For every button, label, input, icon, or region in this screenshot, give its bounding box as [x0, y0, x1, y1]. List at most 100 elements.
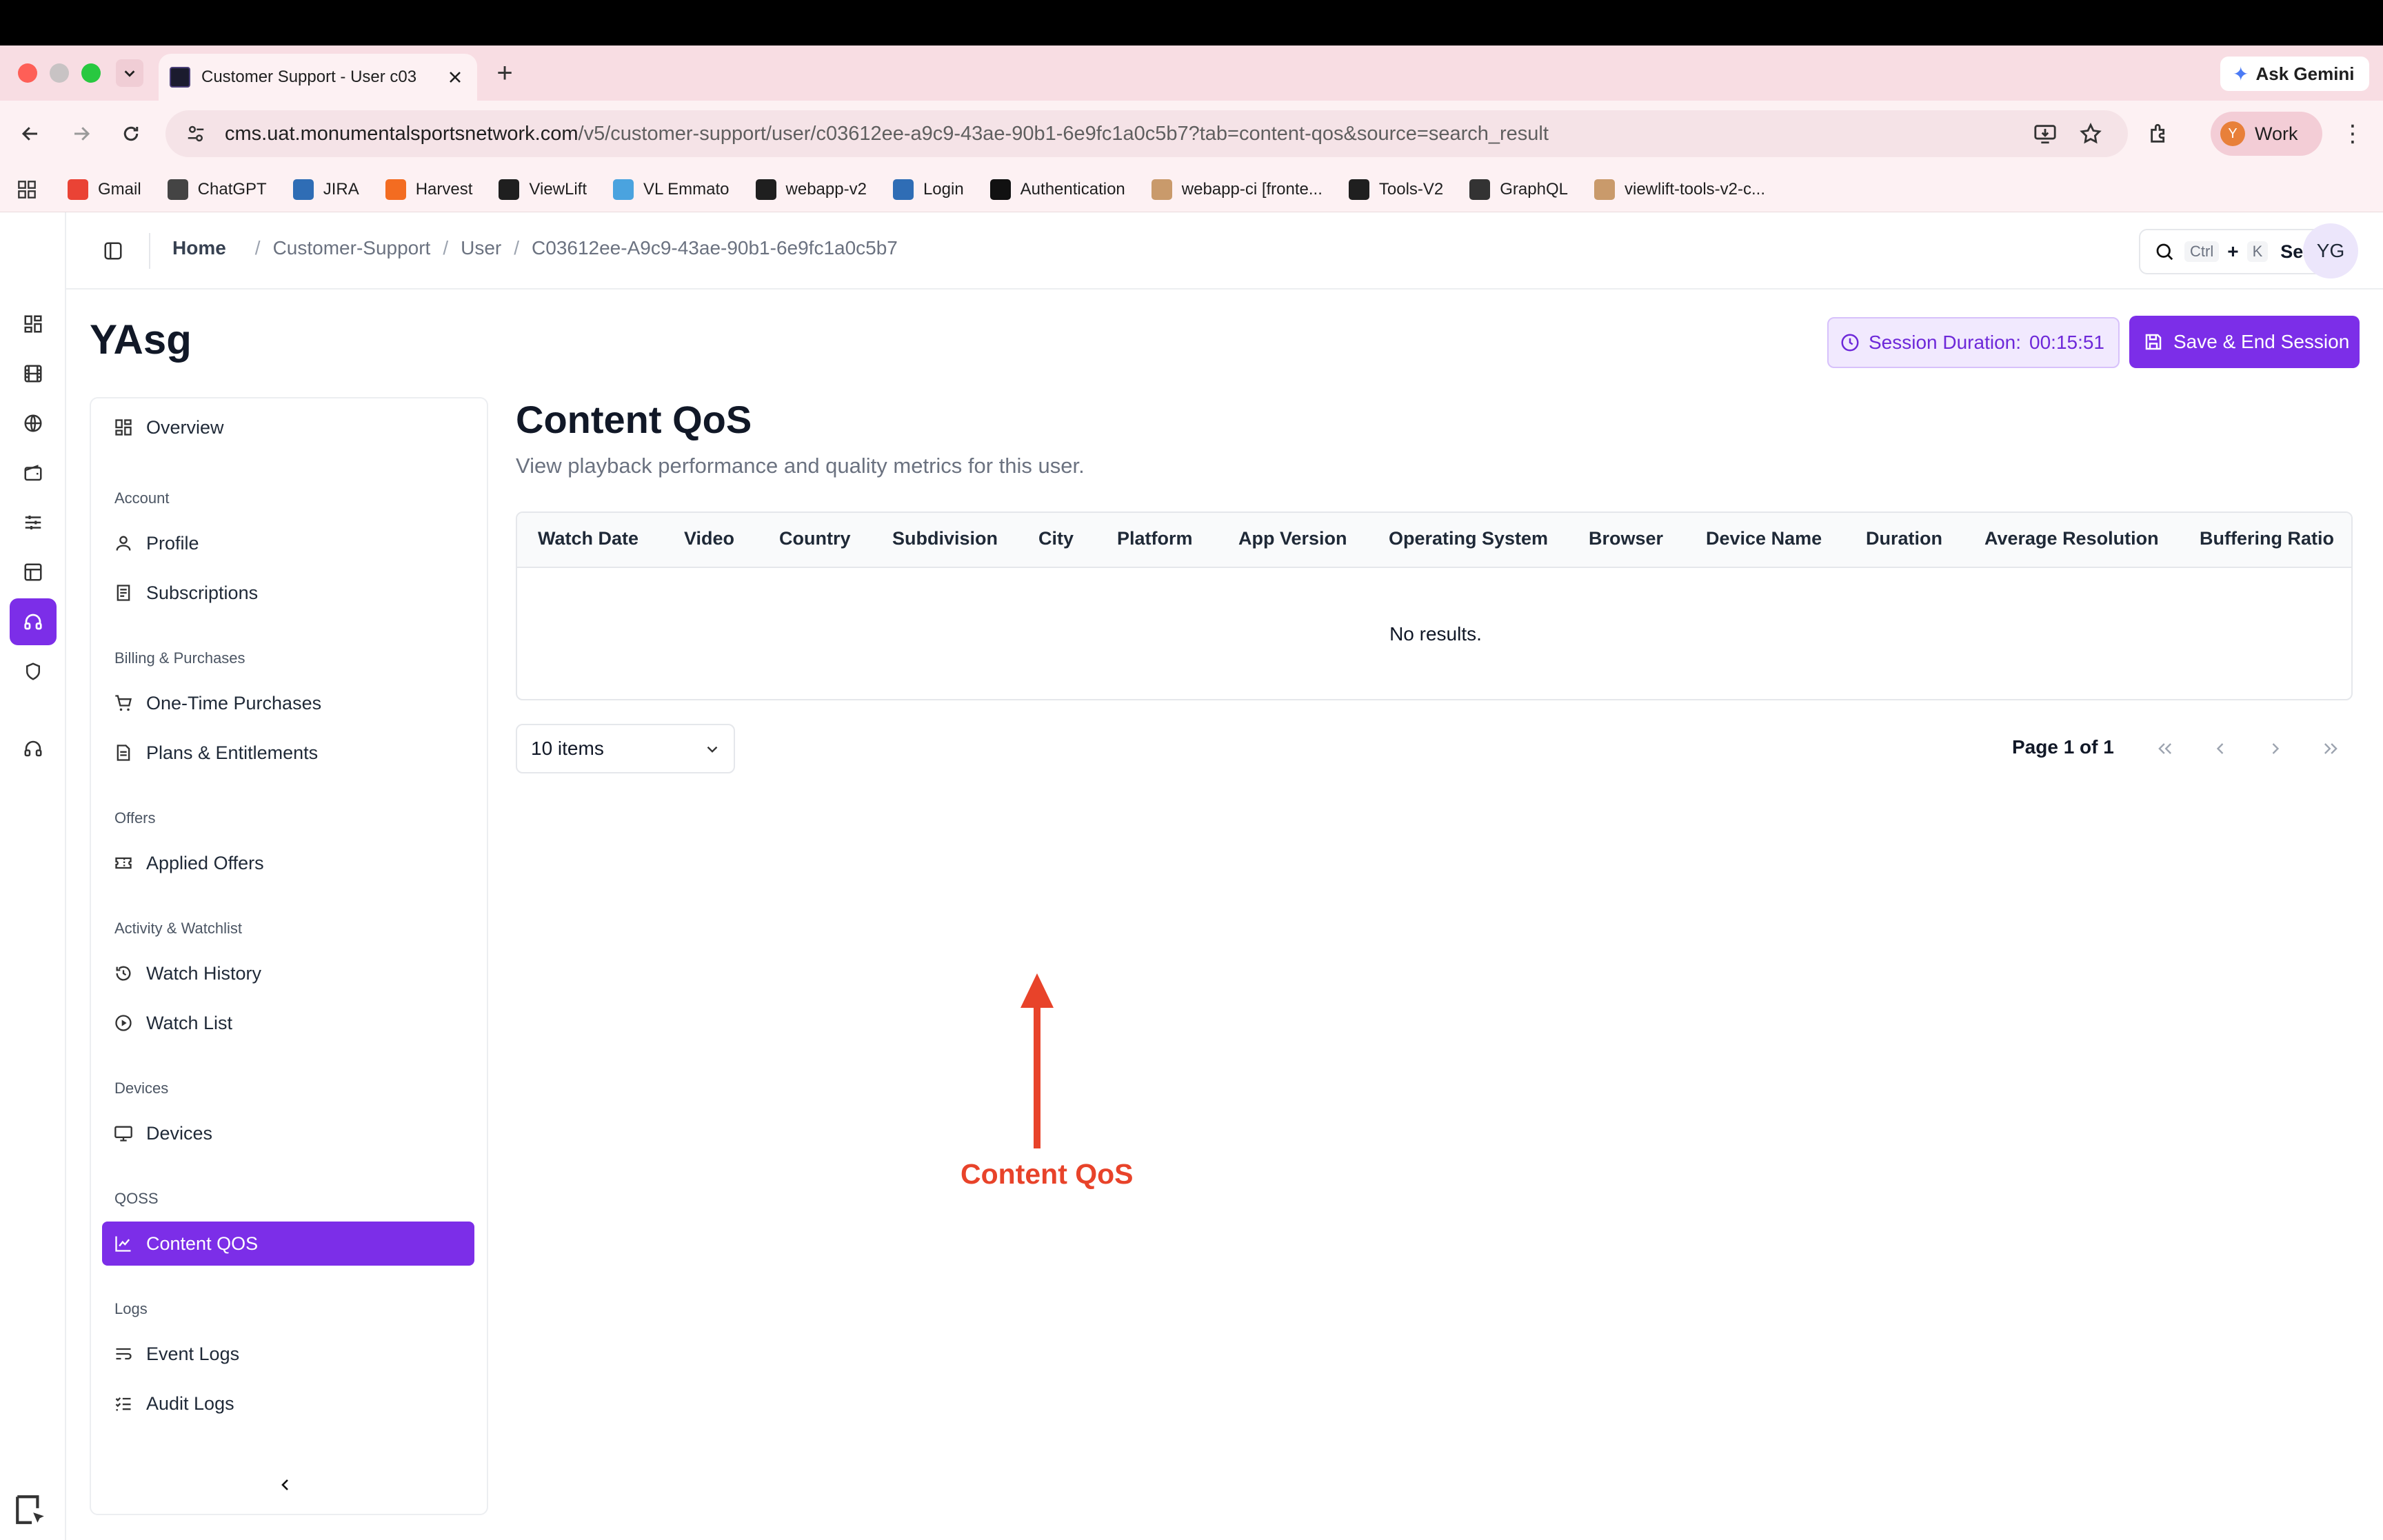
nav-item-devices[interactable]: Devices	[102, 1111, 474, 1155]
page-size-select[interactable]: 10 items	[516, 724, 735, 773]
new-tab-button[interactable]: +	[491, 58, 519, 88]
bookmark-star-icon[interactable]	[2075, 119, 2106, 149]
bookmark-item[interactable]: ViewLift	[499, 179, 587, 200]
bookmark-item[interactable]: webapp-v2	[755, 179, 867, 200]
rail-headphones-icon[interactable]	[10, 598, 57, 645]
rail-screenshot-tool-icon[interactable]	[10, 1489, 51, 1530]
address-bar[interactable]: cms.uat.monumentalsportsnetwork.com/v5/c…	[165, 110, 2128, 157]
nav-group-account: Account	[114, 489, 170, 507]
nav-item-label: Overview	[146, 416, 224, 438]
tab-title: Customer Support - User c03	[201, 68, 417, 86]
nav-item-watch-history[interactable]: Watch History	[102, 951, 474, 995]
site-info-icon[interactable]	[183, 121, 208, 146]
user-name-title: YAsg	[90, 316, 192, 363]
nav-item-content-qos[interactable]: Content QOS	[102, 1222, 474, 1266]
column-header[interactable]: Video	[684, 528, 734, 549]
save-end-session-button[interactable]: Save & End Session	[2129, 316, 2360, 368]
ask-gemini-button[interactable]: ✦ Ask Gemini	[2220, 57, 2369, 91]
profile-button[interactable]: Y Work	[2211, 112, 2322, 156]
column-header[interactable]: Watch Date	[538, 528, 639, 549]
reload-icon	[123, 126, 139, 141]
bookmark-item[interactable]: viewlift-tools-v2-c...	[1593, 179, 1766, 200]
install-app-icon[interactable]	[2030, 119, 2060, 149]
sidebar-toggle-icon[interactable]	[98, 236, 128, 266]
window-minimize-button[interactable]	[50, 63, 69, 83]
browser-tab-active[interactable]: Customer Support - User c03	[159, 54, 477, 101]
column-header[interactable]: Subdivision	[892, 528, 998, 549]
previous-page-button[interactable]	[2202, 731, 2238, 767]
window-close-button[interactable]	[18, 63, 37, 83]
bookmark-item[interactable]: VL Emmato	[613, 179, 730, 200]
last-page-button[interactable]	[2313, 731, 2349, 767]
github-icon	[499, 179, 520, 200]
column-header[interactable]: Browser	[1589, 528, 1663, 549]
bookmark-item[interactable]: GraphQL	[1469, 179, 1568, 200]
bookmark-label: Tools-V2	[1378, 179, 1444, 199]
nav-item-subscriptions[interactable]: Subscriptions	[102, 571, 474, 615]
nav-item-event-logs[interactable]: Event Logs	[102, 1332, 474, 1376]
forward-button[interactable]	[65, 117, 98, 150]
nav-item-overview[interactable]: Overview	[102, 405, 474, 449]
nav-item-applied-offers[interactable]: Applied Offers	[102, 841, 474, 885]
browser-menu-icon[interactable]: ⋮	[2339, 117, 2366, 150]
rail-dashboard-icon[interactable]	[10, 301, 57, 347]
collapse-nav-button[interactable]	[272, 1471, 299, 1499]
bookmark-item[interactable]: Gmail	[68, 179, 141, 200]
bookmark-item[interactable]: Harvest	[385, 179, 472, 200]
nav-item-plans-entitlements[interactable]: Plans & Entitlements	[102, 731, 474, 775]
column-header[interactable]: Duration	[1866, 528, 1942, 549]
play-circle-icon	[113, 1013, 134, 1033]
browser-toolbar: cms.uat.monumentalsportsnetwork.com/v5/c…	[0, 101, 2383, 167]
breadcrumb-user-id: C03612ee-A9c9-43ae-90b1-6e9fc1a0c5b7	[532, 237, 898, 259]
column-header[interactable]: Platform	[1117, 528, 1193, 549]
bookmark-item[interactable]: Login	[892, 179, 964, 200]
bookmark-item[interactable]: Authentication	[989, 179, 1125, 200]
bookmark-item[interactable]: Tools-V2	[1348, 179, 1444, 200]
column-header[interactable]: Operating System	[1389, 528, 1548, 549]
column-header[interactable]: City	[1038, 528, 1074, 549]
window-maximize-button[interactable]	[81, 63, 101, 83]
rail-globe-icon[interactable]	[10, 400, 57, 447]
tab-search-button[interactable]	[116, 59, 143, 87]
rail-layout-icon[interactable]	[10, 549, 57, 596]
back-button[interactable]	[14, 117, 47, 150]
breadcrumb-customer-support[interactable]: Customer-Support	[273, 237, 431, 259]
nav-item-one-time-purchases[interactable]: One-Time Purchases	[102, 681, 474, 725]
rail-wallet-icon[interactable]	[10, 449, 57, 496]
column-header[interactable]: Country	[779, 528, 851, 549]
breadcrumb-user[interactable]: User	[461, 237, 501, 259]
first-page-button[interactable]	[2147, 731, 2183, 767]
search-icon	[2156, 243, 2173, 261]
bookmarks-bar: Gmail ChatGPT JIRA Harvest ViewLift VL Emmato…	[0, 167, 2383, 212]
nav-item-audit-logs[interactable]: Audit Logs	[102, 1381, 474, 1426]
rail-support-icon[interactable]	[10, 725, 57, 772]
column-header[interactable]: App Version	[1238, 528, 1347, 549]
bookmark-label: ChatGPT	[197, 179, 267, 199]
rail-sliders-icon[interactable]	[10, 499, 57, 546]
extensions-icon[interactable]	[2144, 119, 2175, 149]
bookmark-item[interactable]: webapp-ci [fronte...	[1151, 179, 1323, 200]
column-header[interactable]: Buffering Ratio	[2200, 528, 2334, 549]
chevrons-right-icon	[2324, 743, 2337, 754]
column-header[interactable]: Average Resolution	[1984, 528, 2159, 549]
column-header[interactable]: Device Name	[1706, 528, 1822, 549]
apps-grid-icon[interactable]	[15, 178, 39, 201]
qos-table: Watch Date Video Country Subdivision Cit…	[516, 511, 2353, 700]
tab-favicon-icon	[170, 67, 190, 88]
bookmark-label: viewlift-tools-v2-c...	[1624, 179, 1766, 199]
kbd-ctrl: Ctrl	[2184, 241, 2220, 262]
nav-item-profile[interactable]: Profile	[102, 521, 474, 565]
rail-shield-icon[interactable]	[10, 648, 57, 695]
app-logo[interactable]	[8, 225, 58, 274]
rail-film-icon[interactable]	[10, 350, 57, 397]
ticket-icon	[113, 853, 134, 873]
bookmark-item[interactable]: JIRA	[292, 179, 359, 200]
next-page-button[interactable]	[2258, 731, 2293, 767]
reload-button[interactable]	[114, 117, 148, 150]
bookmark-item[interactable]: ChatGPT	[167, 179, 267, 200]
breadcrumb-home[interactable]: Home	[172, 237, 226, 259]
tab-close-icon[interactable]	[444, 66, 466, 88]
user-avatar[interactable]: YG	[2303, 223, 2358, 278]
nav-item-watch-list[interactable]: Watch List	[102, 1001, 474, 1045]
nav-item-label: Audit Logs	[146, 1392, 234, 1414]
